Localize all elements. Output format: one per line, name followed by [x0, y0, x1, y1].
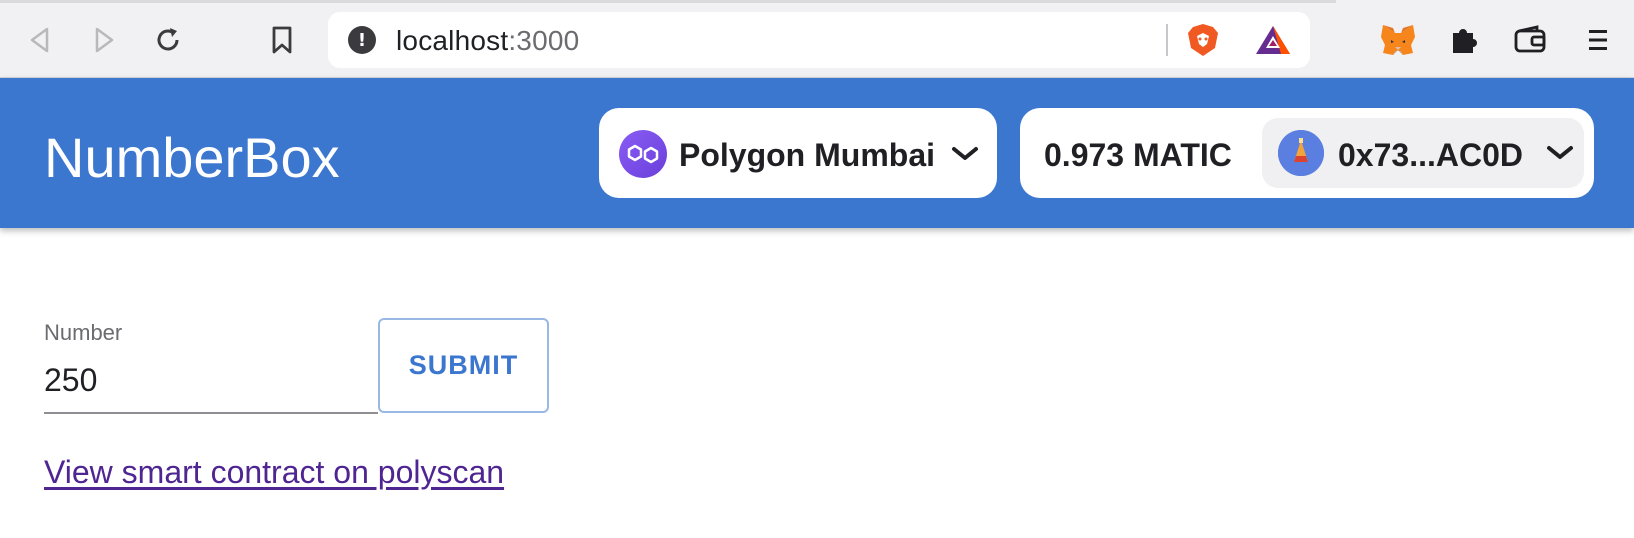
reload-button[interactable] — [148, 20, 188, 60]
polygon-logo-icon — [619, 130, 667, 178]
brave-rewards-icon[interactable] — [1254, 24, 1292, 56]
menu-button[interactable] — [1576, 18, 1620, 62]
avatar — [1278, 130, 1324, 176]
omnibox-divider — [1166, 24, 1168, 56]
tab-strip — [0, 0, 1336, 3]
number-field-label: Number — [44, 320, 123, 345]
app-header: NumberBox Polygon Mumbai 0.973 MATIC 0x7… — [0, 78, 1634, 228]
balance-text: 0.973 MATIC — [1044, 137, 1232, 173]
account-panel: 0.973 MATIC 0x73...AC0D — [1020, 108, 1594, 198]
address-bar[interactable]: ! localhost:3000 — [328, 12, 1310, 68]
reload-icon — [157, 28, 179, 51]
bookmark-icon — [272, 26, 292, 54]
brave-shields-icon[interactable] — [1186, 22, 1220, 58]
number-input[interactable] — [44, 358, 378, 402]
wallet-button[interactable] — [1508, 18, 1552, 62]
metamask-icon — [1381, 25, 1415, 55]
number-field-underline — [44, 412, 378, 414]
back-button[interactable] — [20, 20, 60, 60]
chevron-down-icon — [1547, 146, 1573, 159]
account-address: 0x73...AC0D — [1338, 137, 1523, 173]
network-name: Polygon Mumbai — [679, 137, 935, 173]
site-info-icon[interactable]: ! — [348, 26, 376, 54]
bookmark-button[interactable] — [262, 20, 302, 60]
metamask-extension-button[interactable] — [1376, 18, 1420, 62]
browser-toolbar: ! localhost:3000 — [0, 0, 1634, 78]
forward-button[interactable] — [84, 20, 124, 60]
wallet-icon — [1514, 25, 1546, 53]
polyscan-contract-link[interactable]: View smart contract on polyscan — [44, 454, 504, 491]
extensions-icon — [1453, 29, 1477, 53]
network-selector-button[interactable]: Polygon Mumbai — [599, 108, 997, 198]
number-field: Number — [44, 318, 378, 414]
submit-button[interactable]: SUBMIT — [378, 318, 549, 413]
forward-icon — [95, 27, 114, 53]
extensions-button[interactable] — [1442, 18, 1486, 62]
menu-icon — [1589, 30, 1607, 50]
app-title: NumberBox — [44, 126, 340, 189]
url-text[interactable]: localhost:3000 — [396, 25, 579, 57]
account-address-button[interactable]: 0x73...AC0D — [1262, 118, 1584, 188]
back-icon — [30, 27, 49, 53]
chevron-down-icon — [952, 147, 978, 160]
